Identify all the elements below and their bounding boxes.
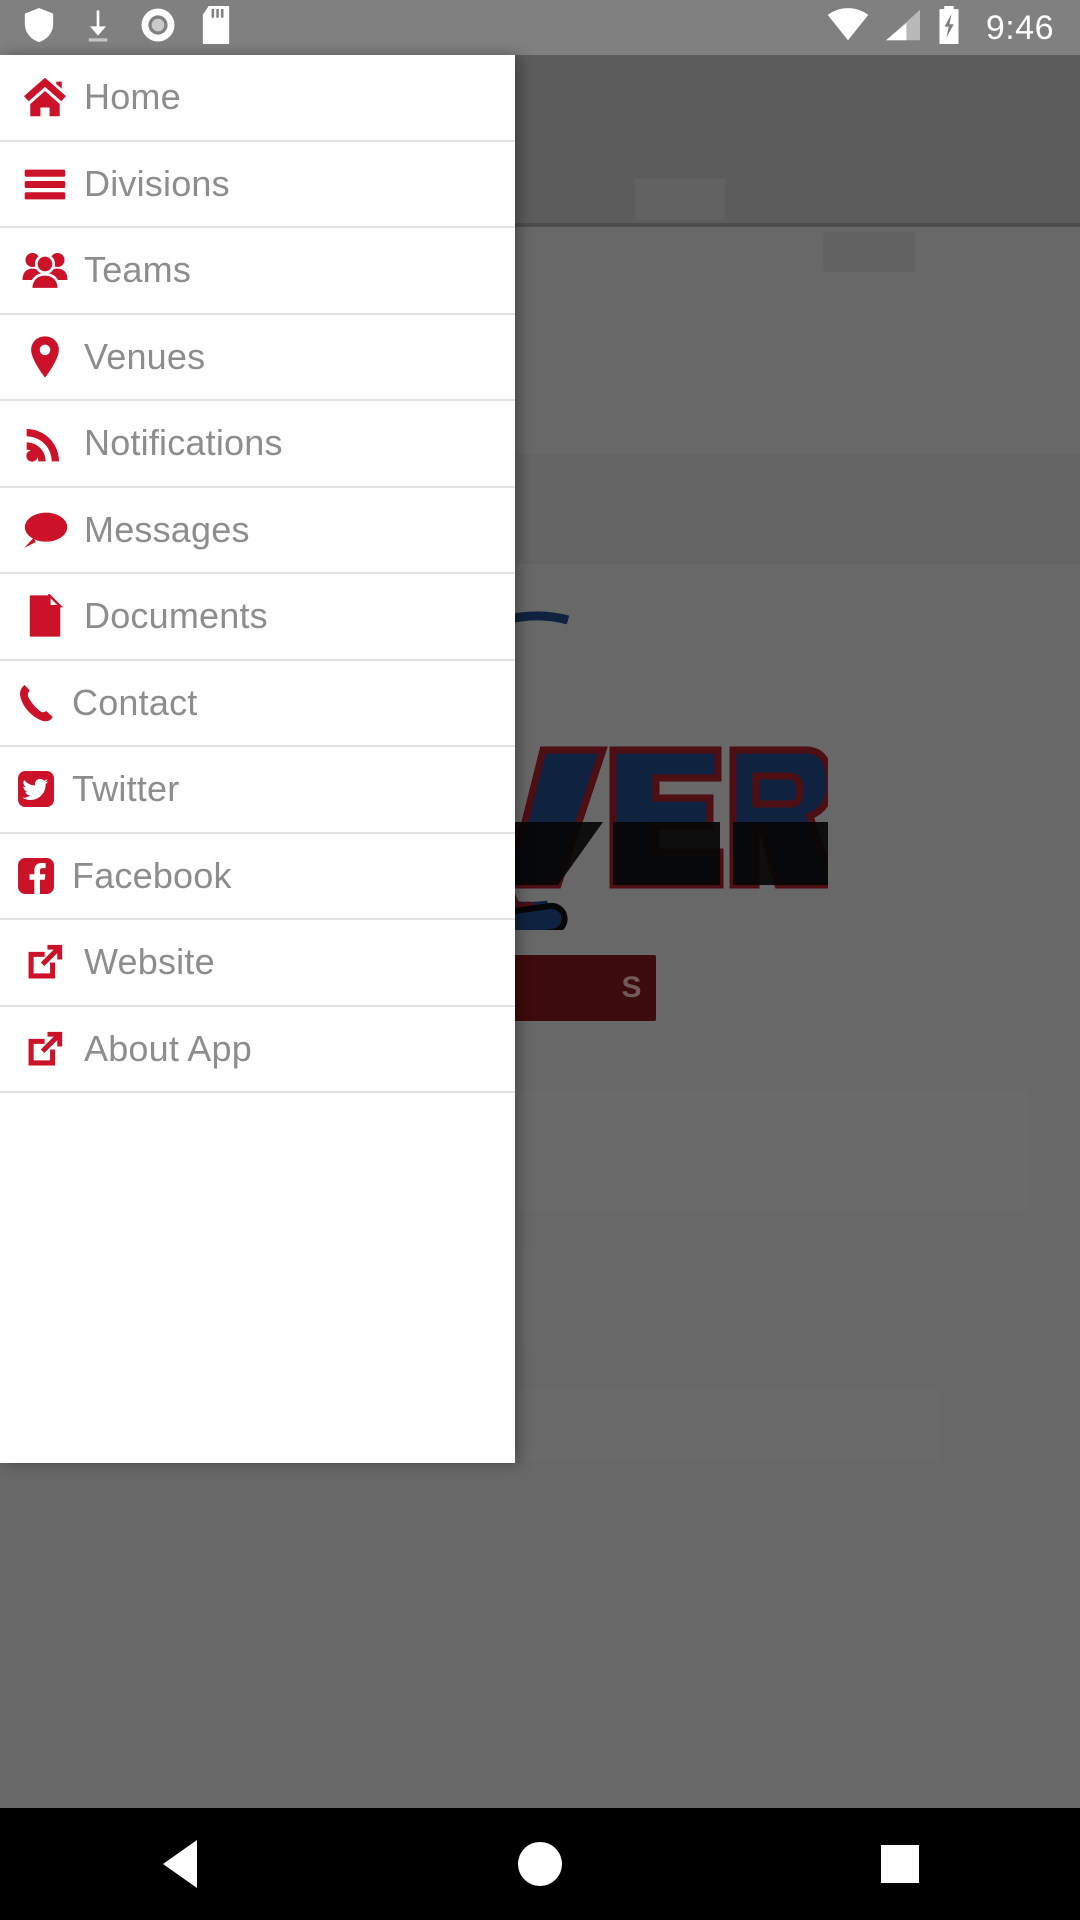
list-bars-icon — [6, 167, 84, 201]
drawer-item-contact[interactable]: Contact — [0, 660, 515, 747]
recents-button[interactable] — [810, 1808, 990, 1920]
drawer-item-label: Notifications — [84, 422, 283, 464]
status-bar-left-icons — [22, 6, 230, 49]
back-triangle-icon — [163, 1840, 197, 1888]
twitter-icon — [0, 770, 72, 808]
drawer-item-label: Twitter — [72, 768, 180, 810]
sd-card-icon — [202, 6, 230, 49]
file-document-icon — [6, 594, 84, 638]
drawer-item-label: Teams — [84, 249, 192, 291]
facebook-icon — [0, 857, 72, 895]
status-bar-right-icons: 9:46 — [826, 6, 1054, 49]
drawer-item-label: Divisions — [84, 162, 230, 204]
drawer-item-notifications[interactable]: Notifications — [0, 401, 515, 488]
drawer-item-facebook[interactable]: Facebook — [0, 833, 515, 920]
drawer-item-label: Contact — [72, 681, 198, 723]
download-icon — [82, 6, 114, 49]
drawer-item-label: Venues — [84, 335, 206, 377]
comment-bubble-icon — [6, 510, 84, 550]
battery-charging-icon — [936, 6, 962, 49]
cell-signal-icon — [884, 8, 922, 47]
drawer-item-messages[interactable]: Messages — [0, 487, 515, 574]
drawer-item-documents[interactable]: Documents — [0, 574, 515, 661]
navigation-drawer[interactable]: Home Divisions Teams Venues Notification… — [0, 55, 515, 1463]
drawer-item-teams[interactable]: Teams — [0, 228, 515, 315]
drawer-item-venues[interactable]: Venues — [0, 314, 515, 401]
external-link-icon — [6, 1028, 84, 1070]
drawer-item-label: About App — [84, 1027, 252, 1069]
map-marker-icon — [6, 335, 84, 379]
home-icon — [6, 76, 84, 118]
drawer-item-home[interactable]: Home — [0, 55, 515, 142]
rss-feed-icon — [6, 423, 84, 463]
drawer-item-website[interactable]: Website — [0, 920, 515, 1007]
android-navigation-bar — [0, 1808, 1080, 1920]
back-button[interactable] — [90, 1808, 270, 1920]
recents-square-icon — [881, 1845, 919, 1883]
status-bar-clock: 9:46 — [985, 8, 1054, 47]
disc-icon — [140, 7, 176, 48]
wifi-icon — [826, 8, 870, 47]
home-button[interactable] — [450, 1808, 630, 1920]
phone-screen: S 9:46 Home Divisions Teams Venues Notif… — [0, 0, 1080, 1920]
drawer-item-label: Documents — [84, 595, 268, 637]
drawer-item-label: Facebook — [72, 854, 232, 896]
drawer-item-divisions[interactable]: Divisions — [0, 141, 515, 228]
drawer-item-twitter[interactable]: Twitter — [0, 747, 515, 834]
drawer-item-label: Home — [84, 76, 181, 118]
status-bar: 9:46 — [0, 0, 1080, 55]
drawer-item-label: Messages — [84, 508, 250, 550]
drawer-item-label: Website — [84, 941, 215, 983]
phone-icon — [0, 683, 72, 723]
drawer-item-about-app[interactable]: About App — [0, 1006, 515, 1093]
shield-icon — [22, 6, 56, 49]
users-group-icon — [6, 250, 84, 291]
home-circle-icon — [518, 1842, 562, 1886]
external-link-icon — [6, 941, 84, 983]
